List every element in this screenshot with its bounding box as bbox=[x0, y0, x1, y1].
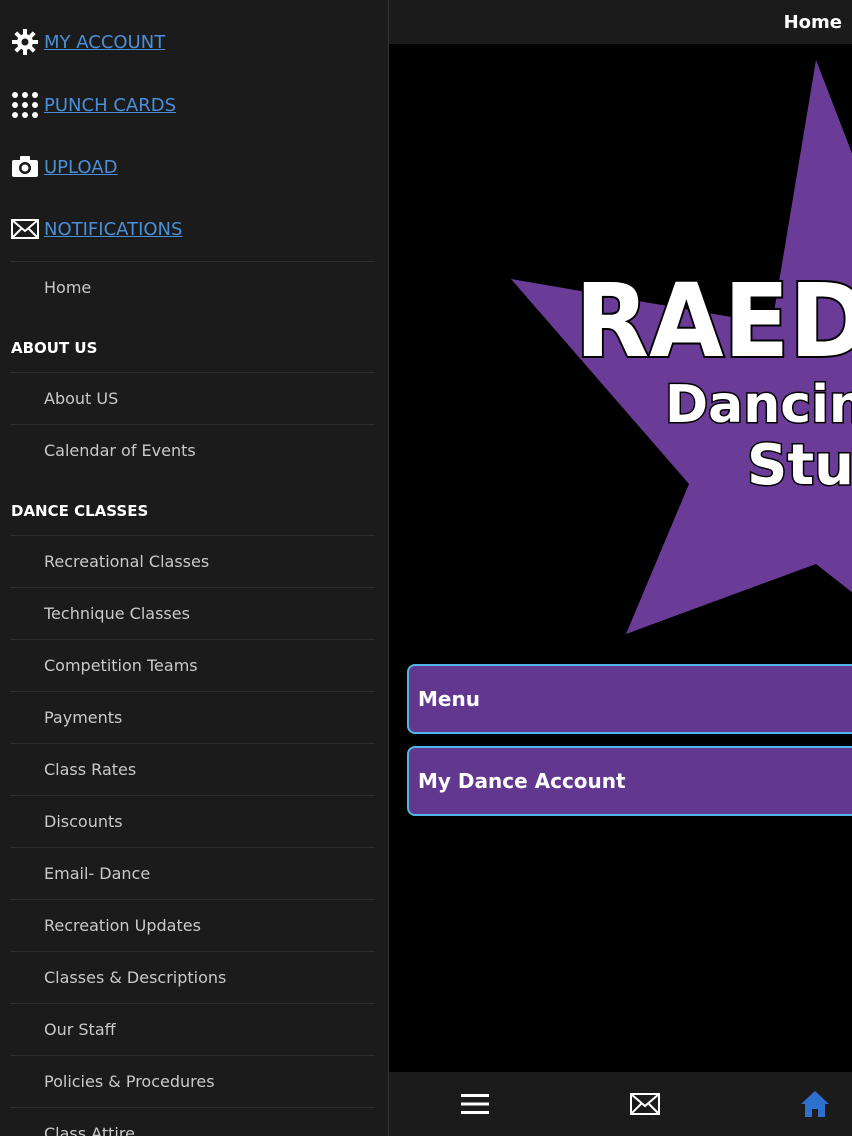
divider bbox=[10, 535, 375, 536]
divider bbox=[10, 261, 375, 262]
logo-line3: Stud bbox=[747, 433, 852, 498]
menu-item-classes-descriptions[interactable]: Classes & Descriptions bbox=[44, 968, 226, 988]
menu-item-class-attire[interactable]: Class Attire bbox=[44, 1124, 135, 1136]
divider bbox=[10, 743, 375, 744]
divider bbox=[10, 639, 375, 640]
section-dance-classes: DANCE CLASSES bbox=[11, 502, 149, 520]
gear-icon bbox=[10, 27, 40, 57]
divider bbox=[10, 424, 375, 425]
home-icon[interactable] bbox=[795, 1086, 835, 1122]
menu-item-recreational-classes[interactable]: Recreational Classes bbox=[44, 552, 209, 572]
menu-item-email-dance[interactable]: Email- Dance bbox=[44, 864, 150, 884]
menu-icon[interactable] bbox=[455, 1086, 495, 1122]
my-account-label: MY ACCOUNT bbox=[44, 31, 166, 53]
divider bbox=[10, 1107, 375, 1108]
menu-button-label: Menu bbox=[418, 687, 480, 711]
section-about-us: ABOUT US bbox=[11, 339, 98, 357]
menu-item-about-us[interactable]: About US bbox=[44, 389, 118, 409]
punch-cards-link[interactable]: PUNCH CARDS bbox=[10, 87, 176, 123]
divider bbox=[10, 951, 375, 952]
camera-icon bbox=[10, 152, 40, 182]
envelope-icon bbox=[10, 214, 40, 244]
sidebar: MY ACCOUNT PUNCH CARDS UPLOAD NOTIFICATI… bbox=[0, 0, 389, 1136]
page-title: Home bbox=[783, 12, 842, 33]
menu-item-policies[interactable]: Policies & Procedures bbox=[44, 1072, 215, 1092]
notifications-link[interactable]: NOTIFICATIONS bbox=[10, 211, 182, 247]
divider bbox=[10, 691, 375, 692]
menu-item-technique-classes[interactable]: Technique Classes bbox=[44, 604, 190, 624]
my-dance-account-button[interactable]: My Dance Account bbox=[407, 746, 852, 816]
divider bbox=[10, 795, 375, 796]
envelope-icon[interactable] bbox=[625, 1086, 665, 1122]
menu-item-calendar[interactable]: Calendar of Events bbox=[44, 441, 196, 461]
my-account-link[interactable]: MY ACCOUNT bbox=[10, 24, 165, 60]
notifications-label: NOTIFICATIONS bbox=[44, 218, 183, 240]
logo-line2: Dancin’ S bbox=[665, 375, 852, 435]
menu-item-competition-teams[interactable]: Competition Teams bbox=[44, 656, 198, 676]
divider bbox=[10, 587, 375, 588]
upload-label: UPLOAD bbox=[44, 156, 118, 178]
menu-item-recreation-updates[interactable]: Recreation Updates bbox=[44, 916, 201, 936]
grid-dots-icon bbox=[10, 90, 40, 120]
menu-button[interactable]: Menu bbox=[407, 664, 852, 734]
bottom-nav-bar bbox=[389, 1072, 852, 1136]
divider bbox=[10, 372, 375, 373]
menu-item-class-rates[interactable]: Class Rates bbox=[44, 760, 136, 780]
studio-logo: RAEDI Dancin’ S Stud bbox=[389, 44, 852, 654]
top-bar: Home bbox=[389, 0, 852, 44]
punch-cards-label: PUNCH CARDS bbox=[44, 94, 176, 116]
divider bbox=[10, 1003, 375, 1004]
menu-item-home[interactable]: Home bbox=[44, 278, 91, 298]
my-dance-account-label: My Dance Account bbox=[418, 769, 626, 793]
divider bbox=[10, 899, 375, 900]
logo-line1: RAEDI bbox=[575, 262, 852, 381]
divider bbox=[10, 1055, 375, 1056]
menu-item-our-staff[interactable]: Our Staff bbox=[44, 1020, 116, 1040]
menu-item-discounts[interactable]: Discounts bbox=[44, 812, 123, 832]
upload-link[interactable]: UPLOAD bbox=[10, 149, 117, 185]
divider bbox=[10, 847, 375, 848]
menu-item-payments[interactable]: Payments bbox=[44, 708, 122, 728]
